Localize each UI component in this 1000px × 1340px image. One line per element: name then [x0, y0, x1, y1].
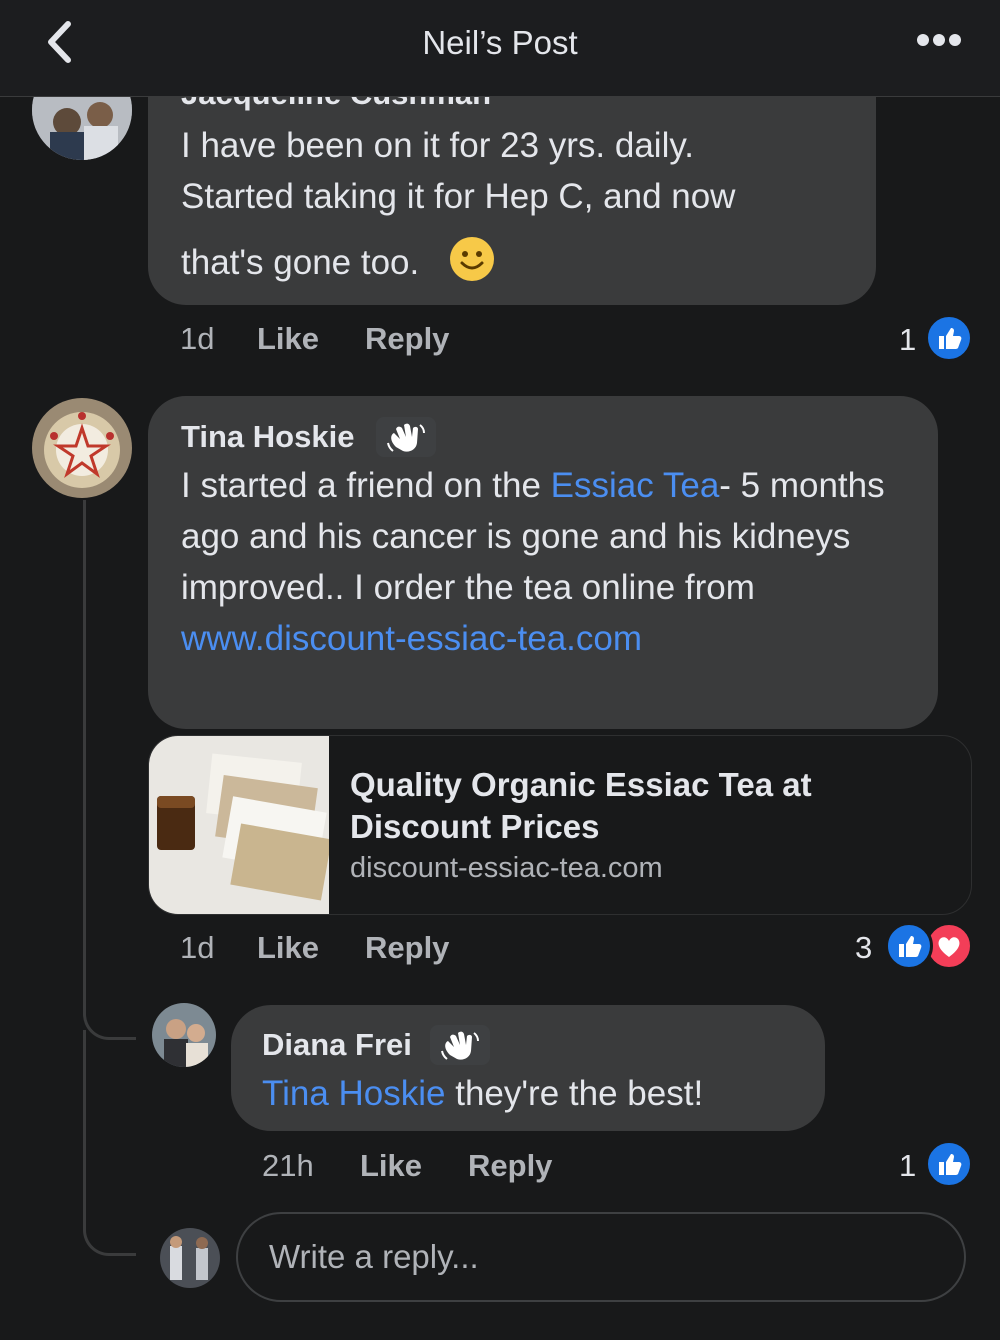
avatar[interactable] — [32, 398, 132, 498]
thread-line — [83, 1030, 136, 1256]
reply-button[interactable]: Reply — [468, 1148, 552, 1184]
like-reaction-icon — [925, 1140, 973, 1188]
essiac-tea-link[interactable]: Essiac Tea — [551, 466, 720, 505]
waving-hand-icon — [430, 1025, 490, 1065]
composer-placeholder: Write a reply... — [269, 1238, 479, 1275]
comment-time: 1d — [180, 321, 215, 356]
reply-time: 21h — [262, 1148, 314, 1183]
top-bar: Neil’s Post — [0, 0, 1000, 97]
reply-button[interactable]: Reply — [365, 930, 449, 966]
comment-text: I have been on it for 23 yrs. daily. Sta… — [181, 126, 736, 282]
like-reaction-icon — [925, 314, 973, 362]
like-button[interactable]: Like — [257, 321, 319, 357]
reply-author[interactable]: Diana Frei — [262, 1027, 412, 1063]
link-preview-domain: discount-essiac-tea.com — [350, 852, 663, 884]
reaction-count[interactable]: 1 — [899, 322, 916, 358]
user-avatar — [160, 1228, 220, 1288]
website-link[interactable]: www.discount-essiac-tea.com — [181, 619, 642, 658]
like-button[interactable]: Like — [360, 1148, 422, 1184]
comment-author[interactable]: Tina Hoskie — [181, 419, 354, 455]
more-options-icon[interactable] — [915, 30, 965, 50]
link-preview-image — [149, 736, 332, 914]
mention-link[interactable]: Tina Hoskie — [262, 1074, 446, 1113]
comment-time: 1d — [180, 930, 215, 965]
link-preview-title: Quality Organic Essiac Tea at Discount P… — [350, 766, 812, 845]
reply-button[interactable]: Reply — [365, 321, 449, 357]
thread-line — [83, 500, 136, 1040]
like-reaction-icon — [885, 922, 933, 970]
page-title: Neil’s Post — [422, 24, 578, 61]
reaction-count[interactable]: 3 — [855, 930, 872, 966]
like-button[interactable]: Like — [257, 930, 319, 966]
smiley-emoji-icon — [449, 236, 495, 282]
avatar[interactable] — [152, 1003, 216, 1067]
reply-text: Tina Hoskie they're the best! — [262, 1074, 704, 1113]
reaction-count[interactable]: 1 — [899, 1148, 916, 1184]
waving-hand-icon — [376, 417, 436, 457]
comment-text: I started a friend on the Essiac Tea- 5 … — [181, 466, 885, 658]
reply-composer-input[interactable]: Write a reply... — [236, 1212, 966, 1302]
link-preview-card[interactable]: Quality Organic Essiac Tea at Discount P… — [148, 735, 972, 915]
